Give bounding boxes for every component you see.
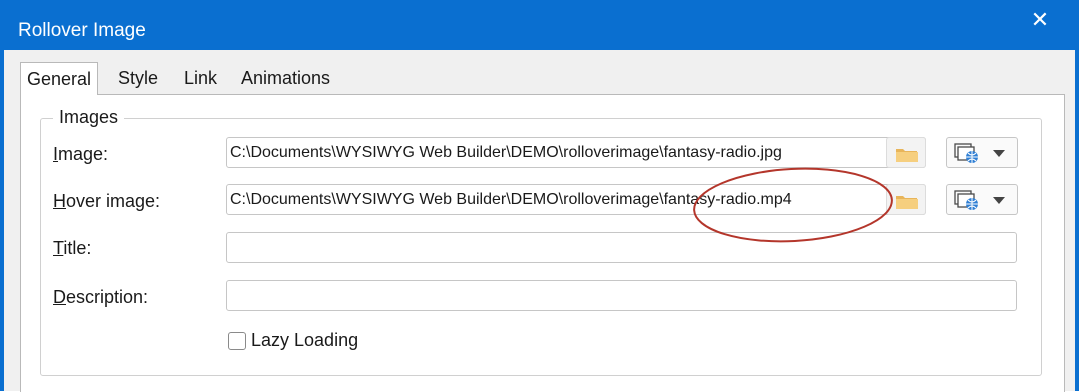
hover-image-label-mnemonic: H bbox=[53, 191, 66, 211]
image-browse-button[interactable] bbox=[886, 137, 926, 168]
window-title: Rollover Image bbox=[18, 20, 146, 41]
image-label-rest: mage: bbox=[58, 144, 109, 164]
dropdown-arrow-icon bbox=[993, 197, 1005, 204]
description-label: Description: bbox=[53, 287, 148, 308]
folder-icon bbox=[896, 149, 918, 162]
hover-image-path-field[interactable]: C:\Documents\WYSIWYG Web Builder\DEMO\ro… bbox=[226, 184, 926, 215]
description-label-rest: escription: bbox=[66, 287, 149, 307]
close-button[interactable]: ✕ bbox=[1022, 4, 1058, 36]
title-field[interactable] bbox=[226, 232, 1017, 263]
hover-image-browse-button[interactable] bbox=[886, 184, 926, 215]
image-label: Image: bbox=[53, 144, 108, 165]
dropdown-arrow-icon bbox=[993, 150, 1005, 157]
folder-icon bbox=[896, 196, 918, 209]
tab-general[interactable]: General bbox=[20, 62, 99, 95]
images-group-legend: Images bbox=[53, 107, 125, 128]
hover-image-label: Hover image: bbox=[53, 191, 160, 212]
description-label-mnemonic: D bbox=[53, 287, 66, 307]
tab-animations[interactable]: Animations bbox=[235, 63, 336, 93]
lazy-loading-label: Lazy Loading bbox=[251, 330, 359, 350]
dialog-window: Rollover Image ✕ General Style Link Anim… bbox=[0, 0, 1079, 392]
dialog-body: General Style Link Animations Images Ima… bbox=[4, 50, 1075, 392]
image-web-button[interactable] bbox=[946, 137, 1018, 168]
title-label-mnemonic: T bbox=[53, 238, 64, 258]
title-label: Title: bbox=[53, 238, 91, 259]
tab-link[interactable]: Link bbox=[178, 63, 223, 93]
lazy-loading-checkbox[interactable] bbox=[228, 332, 246, 350]
tab-style[interactable]: Style bbox=[112, 63, 164, 93]
web-image-icon bbox=[954, 143, 978, 163]
general-tab-panel: Images Image: C:\Documents\WYSIWYG Web B… bbox=[20, 94, 1065, 392]
web-image-icon bbox=[954, 190, 978, 210]
hover-image-web-button[interactable] bbox=[946, 184, 1018, 215]
title-bar: Rollover Image ✕ bbox=[0, 0, 1079, 50]
description-field[interactable] bbox=[226, 280, 1017, 311]
title-label-rest: itle: bbox=[63, 238, 92, 258]
hover-image-label-rest: over image: bbox=[66, 191, 161, 211]
image-path-field[interactable]: C:\Documents\WYSIWYG Web Builder\DEMO\ro… bbox=[226, 137, 926, 168]
